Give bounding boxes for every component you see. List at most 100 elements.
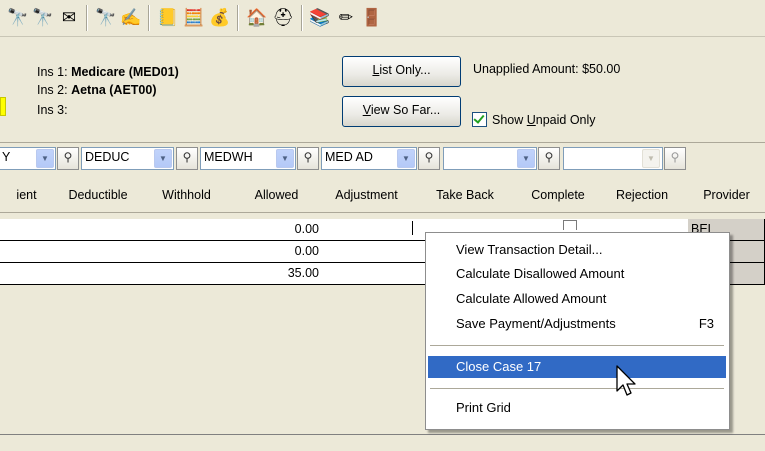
toolbar-separator (148, 5, 150, 31)
column-header[interactable]: Take Back (410, 179, 521, 213)
toolbar: 🔭 🔭 ✉ 🔭 ✍ 📒 🧮 💰 🏠 ⛑ 📚 ✏ 🚪 (0, 0, 765, 37)
menu-item-print-grid[interactable]: Print Grid (428, 397, 726, 419)
filter-combo-3[interactable]: MEDWH ▼ (200, 147, 296, 170)
menu-item-label: Print Grid (456, 400, 511, 415)
chevron-down-icon[interactable]: ▼ (154, 149, 172, 168)
menu-item-close-case[interactable]: Close Case 17 (428, 356, 726, 378)
table-cell[interactable] (53, 219, 144, 241)
ins1-line: Ins 1: Medicare (MED01) (37, 65, 179, 79)
chevron-down-icon[interactable]: ▼ (517, 149, 535, 168)
list-only-label: ist Only... (379, 63, 431, 77)
column-header[interactable]: Provider (688, 179, 765, 213)
money-bag-icon[interactable]: 💰 (209, 7, 231, 29)
filter-combo-6: ▼ (563, 147, 663, 170)
search-icon[interactable]: ⚲ (538, 147, 560, 170)
toolbar-separator (237, 5, 239, 31)
menu-separator (430, 388, 724, 389)
table-cell[interactable] (323, 241, 411, 263)
ins3-label: Ins 3: (37, 103, 68, 117)
view-so-far-button[interactable]: View So Far... (342, 96, 461, 127)
checkbox-check-icon[interactable] (472, 112, 487, 127)
mouse-pointer-icon (616, 365, 636, 396)
table-cell[interactable] (0, 263, 54, 285)
menu-item-label: Close Case 17 (456, 359, 542, 374)
table-cell[interactable] (53, 263, 144, 285)
show-unpaid-rest: npaid Only (535, 113, 596, 127)
ins-highlight-marker (0, 97, 6, 116)
toolbar-separator (86, 5, 88, 31)
grid-bottom-border (0, 434, 765, 435)
filter-combo-5[interactable]: ▼ (443, 147, 537, 170)
allowed-cell[interactable]: 35.00 (230, 263, 324, 285)
allowed-cell[interactable]: 0.00 (230, 241, 324, 263)
ins2-value: Aetna (AET00) (71, 83, 157, 97)
table-cell[interactable] (323, 263, 411, 285)
ledger-icon[interactable]: 📒 (157, 7, 179, 29)
ins2-line: Ins 2: Aetna (AET00) (37, 83, 157, 97)
column-header[interactable]: Deductible (53, 179, 144, 213)
menu-item-view-transaction-detail[interactable]: View Transaction Detail... (428, 239, 726, 261)
show-unpaid-pre: Show (492, 113, 527, 127)
search-icon[interactable]: ⚲ (176, 147, 198, 170)
binoculars-search-icon[interactable]: 🔭 (95, 7, 117, 29)
search-icon[interactable]: ⚲ (57, 147, 79, 170)
search-icon[interactable]: ⚲ (418, 147, 440, 170)
table-cell[interactable] (143, 241, 231, 263)
allowed-cell[interactable]: 0.00 (230, 219, 324, 241)
column-header[interactable]: Allowed (230, 179, 324, 213)
column-header[interactable]: Withhold (143, 179, 231, 213)
menu-item-save-payment[interactable]: Save Payment/Adjustments F3 (428, 313, 726, 335)
chevron-down-icon[interactable]: ▼ (397, 149, 415, 168)
column-header[interactable]: Complete (520, 179, 597, 213)
table-cell[interactable] (0, 219, 54, 241)
filter-combo-4[interactable]: MED AD ▼ (321, 147, 417, 170)
filter-combo-2-value: DEDUC (85, 150, 130, 164)
filter-combo-2[interactable]: DEDUC ▼ (81, 147, 174, 170)
menu-item-calculate-disallowed[interactable]: Calculate Disallowed Amount (428, 263, 726, 285)
filter-combo-1[interactable]: Y ▼ (0, 147, 56, 170)
ins2-label: Ins 2: (37, 83, 68, 97)
table-cell[interactable] (143, 263, 231, 285)
edit-letter-icon[interactable]: ✍ (120, 7, 142, 29)
column-header[interactable]: ient (0, 179, 54, 213)
list-only-button[interactable]: List Only... (342, 56, 461, 87)
letter-icon[interactable]: ✉ (58, 7, 80, 29)
chevron-down-icon[interactable]: ▼ (276, 149, 294, 168)
column-header[interactable]: Adjustment (323, 179, 411, 213)
text-cursor (412, 221, 413, 235)
chevron-down-icon: ▼ (642, 149, 660, 168)
pencil-wand-icon[interactable]: ✏ (335, 7, 357, 29)
binoculars-person-icon[interactable]: 🔭 (32, 7, 54, 29)
menu-separator (430, 345, 724, 346)
menu-item-shortcut: F3 (698, 316, 714, 331)
table-cell[interactable] (143, 219, 231, 241)
grid-header: ient Deductible Withhold Allowed Adjustm… (0, 179, 765, 213)
table-cell[interactable] (0, 241, 54, 263)
calculator-icon[interactable]: 🧮 (183, 7, 205, 29)
search-icon: ⚲ (664, 147, 686, 170)
search-icon[interactable]: ⚲ (297, 147, 319, 170)
context-menu: View Transaction Detail... Calculate Dis… (425, 232, 730, 430)
ins3-line: Ins 3: (37, 103, 68, 117)
show-unpaid-checkbox[interactable]: Show Unpaid Only (472, 112, 596, 127)
view-so-far-label: iew So Far... (370, 103, 441, 117)
ins1-label: Ins 1: (37, 65, 68, 79)
menu-item-calculate-allowed[interactable]: Calculate Allowed Amount (428, 288, 726, 310)
unapplied-amount: Unapplied Amount: $50.00 (473, 62, 621, 76)
view-so-far-mnemonic: V (362, 103, 371, 117)
exit-door-icon[interactable]: 🚪 (361, 7, 383, 29)
menu-item-label: Save Payment/Adjustments (456, 316, 616, 331)
menu-item-label: View Transaction Detail... (456, 242, 603, 257)
table-cell[interactable] (323, 219, 411, 241)
life-ring-icon[interactable]: ⛑ (272, 7, 294, 29)
menu-item-label: Calculate Disallowed Amount (456, 266, 625, 281)
toolbar-separator (301, 5, 303, 31)
complete-checkbox[interactable] (563, 220, 577, 230)
binoculars-icon[interactable]: 🔭 (7, 7, 29, 29)
books-icon[interactable]: 📚 (309, 7, 331, 29)
house-icon[interactable]: 🏠 (246, 7, 268, 29)
table-cell[interactable] (53, 241, 144, 263)
column-header[interactable]: Rejection (596, 179, 689, 213)
filter-combo-3-value: MEDWH (204, 150, 253, 164)
chevron-down-icon[interactable]: ▼ (36, 149, 54, 168)
